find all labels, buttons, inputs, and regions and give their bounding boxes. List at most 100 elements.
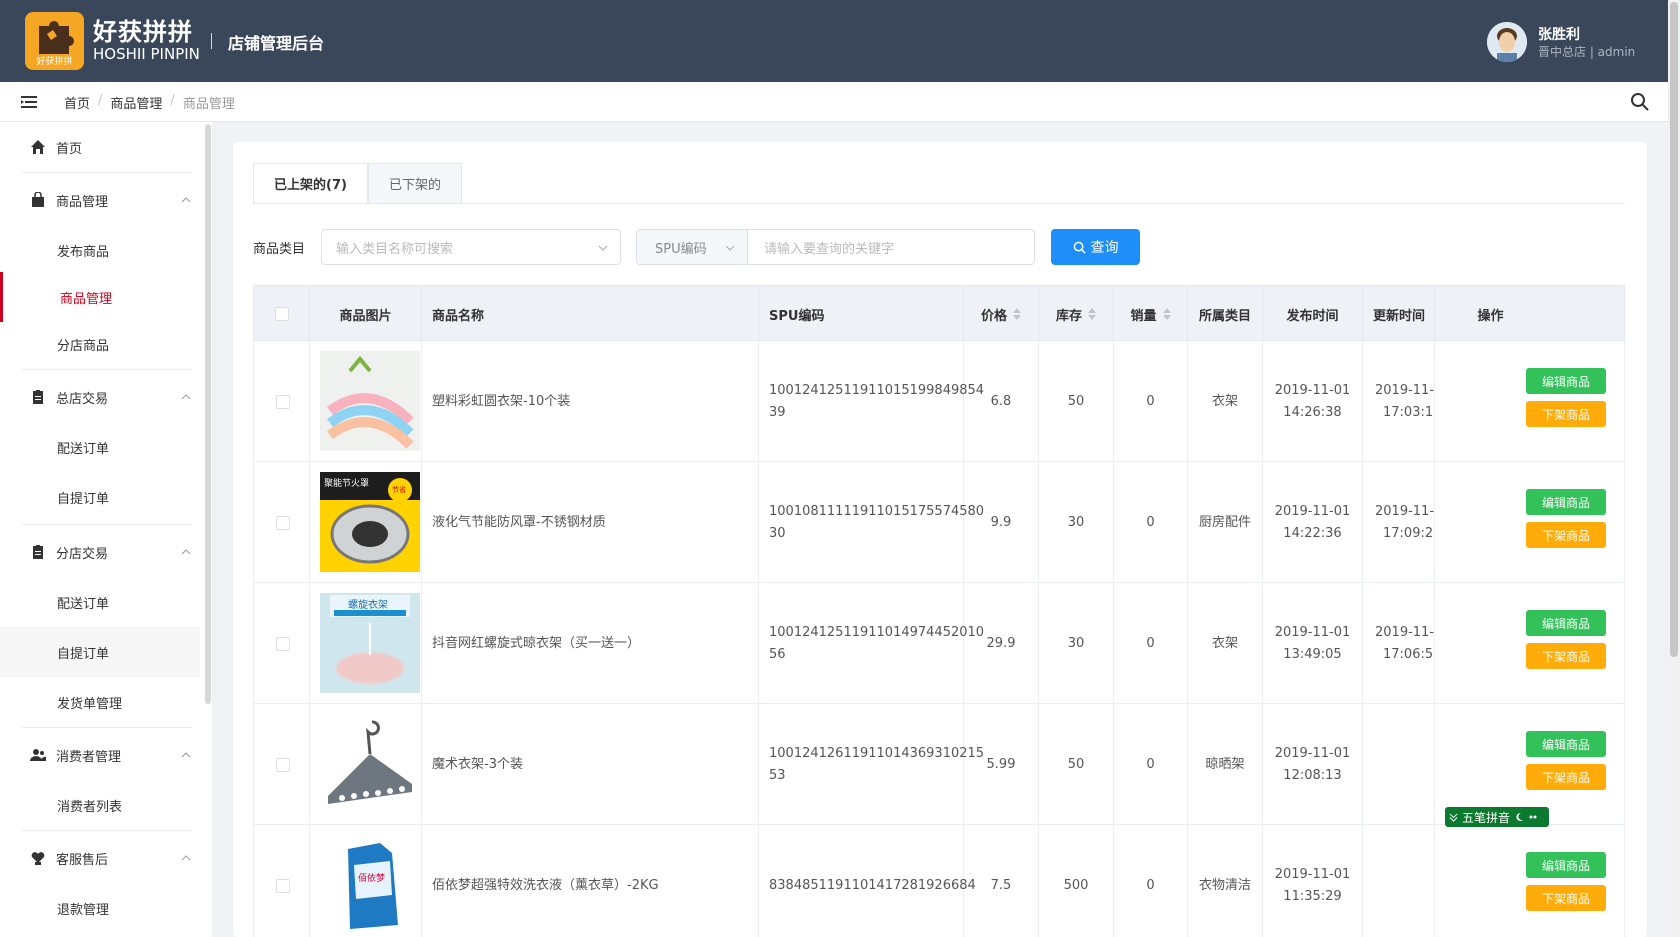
row-checkbox[interactable] [276, 515, 290, 530]
update-time: 17:06:5 [1383, 646, 1434, 662]
logo[interactable]: 好获拼拼 [25, 12, 84, 70]
sales-cell: 0 [1114, 583, 1188, 704]
sidebar-group-consumer[interactable]: 消费者管理 [0, 730, 200, 780]
bag-icon [32, 192, 44, 207]
tab-off-shelf[interactable]: 已下架的 [367, 163, 462, 204]
header-actions: 操作 [1477, 308, 1504, 324]
page-scrollbar-thumb[interactable] [1670, 2, 1678, 657]
sidebar-item-label: 消费者管理 [56, 749, 122, 765]
avatar[interactable] [1487, 22, 1527, 62]
category-select[interactable]: 输入类目名称可搜索 [321, 229, 621, 265]
publish-time-cell: 2019-11-01 14:22:36 [1263, 462, 1363, 583]
chevron-up-icon [181, 197, 191, 203]
off-shelf-button[interactable]: 下架商品 [1526, 885, 1606, 911]
goods-table: 商品图片 商品名称 SPU编码 价格 库存 销量 所属类目 发布时间 更新时间 … [253, 285, 1625, 937]
sidebar-group-branch-trade[interactable]: 分店交易 [0, 527, 200, 577]
edit-goods-button[interactable]: 编辑商品 [1526, 852, 1606, 878]
publish-time-cell: 2019-11-01 14:26:38 [1263, 341, 1363, 462]
chevron-down-icon [725, 245, 735, 251]
row-checkbox[interactable] [276, 394, 290, 409]
publish-time-cell: 2019-11-01 11:35:29 [1263, 825, 1363, 937]
publish-time: 13:49:05 [1283, 646, 1342, 662]
sidebar-item-label: 商品管理 [60, 291, 113, 307]
keyword-placeholder: 请输入要查询的关键字 [764, 241, 895, 257]
off-shelf-button[interactable]: 下架商品 [1526, 764, 1606, 790]
sidebar-item-home[interactable]: 首页 [0, 122, 200, 172]
search-icon[interactable] [1630, 92, 1650, 112]
row-checkbox[interactable] [276, 636, 290, 651]
edit-goods-button[interactable]: 编辑商品 [1526, 731, 1606, 757]
update-date: 2019-11- [1375, 382, 1435, 398]
off-shelf-button[interactable]: 下架商品 [1526, 522, 1606, 548]
user-name[interactable]: 张胜利 [1538, 24, 1580, 44]
breadcrumb-bar: 首页 / 商品管理 / 商品管理 [0, 82, 1668, 122]
category-label: 商品类目 [253, 242, 306, 257]
header-stock[interactable]: 库存 [1039, 286, 1114, 342]
category-cell: 厨房配件 [1188, 462, 1263, 583]
sales-cell: 0 [1114, 341, 1188, 462]
spu-cell: 10010811111911015175574580 30 [759, 462, 984, 583]
header-sales[interactable]: 销量 [1114, 286, 1188, 342]
table-header: 商品图片 商品名称 SPU编码 价格 库存 销量 所属类目 发布时间 更新时间 … [253, 285, 1625, 342]
off-shelf-button[interactable]: 下架商品 [1526, 401, 1606, 427]
ime-toolbar[interactable]: 五笔拼音 [1445, 807, 1549, 827]
sidebar-item-branch-pickup-orders[interactable]: 自提订单 [0, 627, 200, 677]
heart-hand-icon [31, 852, 45, 865]
edit-goods-button[interactable]: 编辑商品 [1526, 489, 1606, 515]
header-publish-time: 发布时间 [1263, 286, 1363, 342]
edit-goods-button[interactable]: 编辑商品 [1526, 368, 1606, 394]
publish-date: 2019-11-01 [1274, 624, 1351, 640]
product-image-hanger[interactable] [320, 351, 420, 451]
breadcrumb-home[interactable]: 首页 [64, 93, 90, 112]
image-cell: 佰依梦 [310, 825, 422, 937]
chevron-up-icon [181, 549, 191, 555]
product-image-detergent[interactable]: 佰依梦 [320, 835, 420, 935]
sidebar-item-publish-goods[interactable]: 发布商品 [0, 225, 200, 275]
header-price-label: 价格 [980, 308, 1007, 324]
breadcrumb-goods[interactable]: 商品管理 [110, 93, 162, 112]
sidebar-group-goods[interactable]: 商品管理 [0, 175, 200, 225]
spu-line2: 39 [769, 404, 786, 420]
header-category: 所属类目 [1188, 286, 1263, 342]
sidebar-item-branch-delivery-orders[interactable]: 配送订单 [0, 577, 200, 627]
publish-time-cell: 2019-11-01 12:08:13 [1263, 704, 1363, 825]
update-time-cell: 2019-11- 17:03:1 [1363, 341, 1435, 462]
product-image-fire-guard[interactable]: 聚能节火罩 节省 [320, 472, 420, 572]
page-scrollbar[interactable] [1668, 0, 1680, 937]
product-image-spiral-rack[interactable]: 螺旋衣架 [320, 593, 420, 693]
product-image-magic-hanger[interactable] [320, 714, 420, 814]
chevron-up-icon [181, 394, 191, 400]
tab-on-shelf[interactable]: 已上架的(7) [253, 163, 368, 204]
sidebar-item-hq-pickup-orders[interactable]: 自提订单 [0, 472, 200, 522]
row-checkbox[interactable] [276, 878, 290, 893]
select-all-checkbox[interactable] [274, 307, 289, 321]
update-date: 2019-11- [1375, 503, 1435, 519]
update-time: 17:09:2 [1383, 525, 1434, 541]
sidebar-active-indicator [0, 272, 3, 322]
keyword-input[interactable]: 请输入要查询的关键字 [747, 229, 1035, 265]
sidebar-item-goods-manage[interactable]: 商品管理 [0, 272, 200, 322]
sidebar-divider [22, 524, 192, 525]
sidebar-group-hq-trade[interactable]: 总店交易 [0, 372, 200, 422]
spu-select[interactable]: SPU编码 [636, 229, 748, 265]
update-date: 2019-11- [1375, 624, 1435, 640]
edit-goods-button[interactable]: 编辑商品 [1526, 610, 1606, 636]
header-checkbox-cell [254, 286, 310, 342]
table-row: 佰依梦 佰依梦超强特效洗衣液（薰衣草）-2KG 8384851191101417… [253, 825, 1625, 937]
menu-fold-icon[interactable] [21, 94, 37, 110]
category-cell: 晾晒架 [1188, 704, 1263, 825]
sidebar-item-consumer-list[interactable]: 消费者列表 [0, 780, 200, 830]
row-checkbox[interactable] [276, 757, 290, 772]
sidebar-group-customer-service[interactable]: 客服售后 [0, 833, 200, 883]
spu-line2: 53 [769, 767, 786, 783]
query-button[interactable]: 查询 [1051, 229, 1140, 265]
sidebar-item-refund-manage[interactable]: 退款管理 [0, 883, 200, 933]
sidebar-item-shipping-manage[interactable]: 发货单管理 [0, 677, 200, 727]
sidebar-item-branch-goods[interactable]: 分店商品 [0, 319, 200, 369]
spu-line1: 8384851191101417281926684 [769, 877, 976, 893]
sidebar-item-hq-delivery-orders[interactable]: 配送订单 [0, 422, 200, 472]
user-avatar-icon [1487, 22, 1527, 62]
sidebar-scrollbar[interactable] [205, 124, 211, 704]
header-price[interactable]: 价格 [964, 286, 1039, 342]
off-shelf-button[interactable]: 下架商品 [1526, 643, 1606, 669]
